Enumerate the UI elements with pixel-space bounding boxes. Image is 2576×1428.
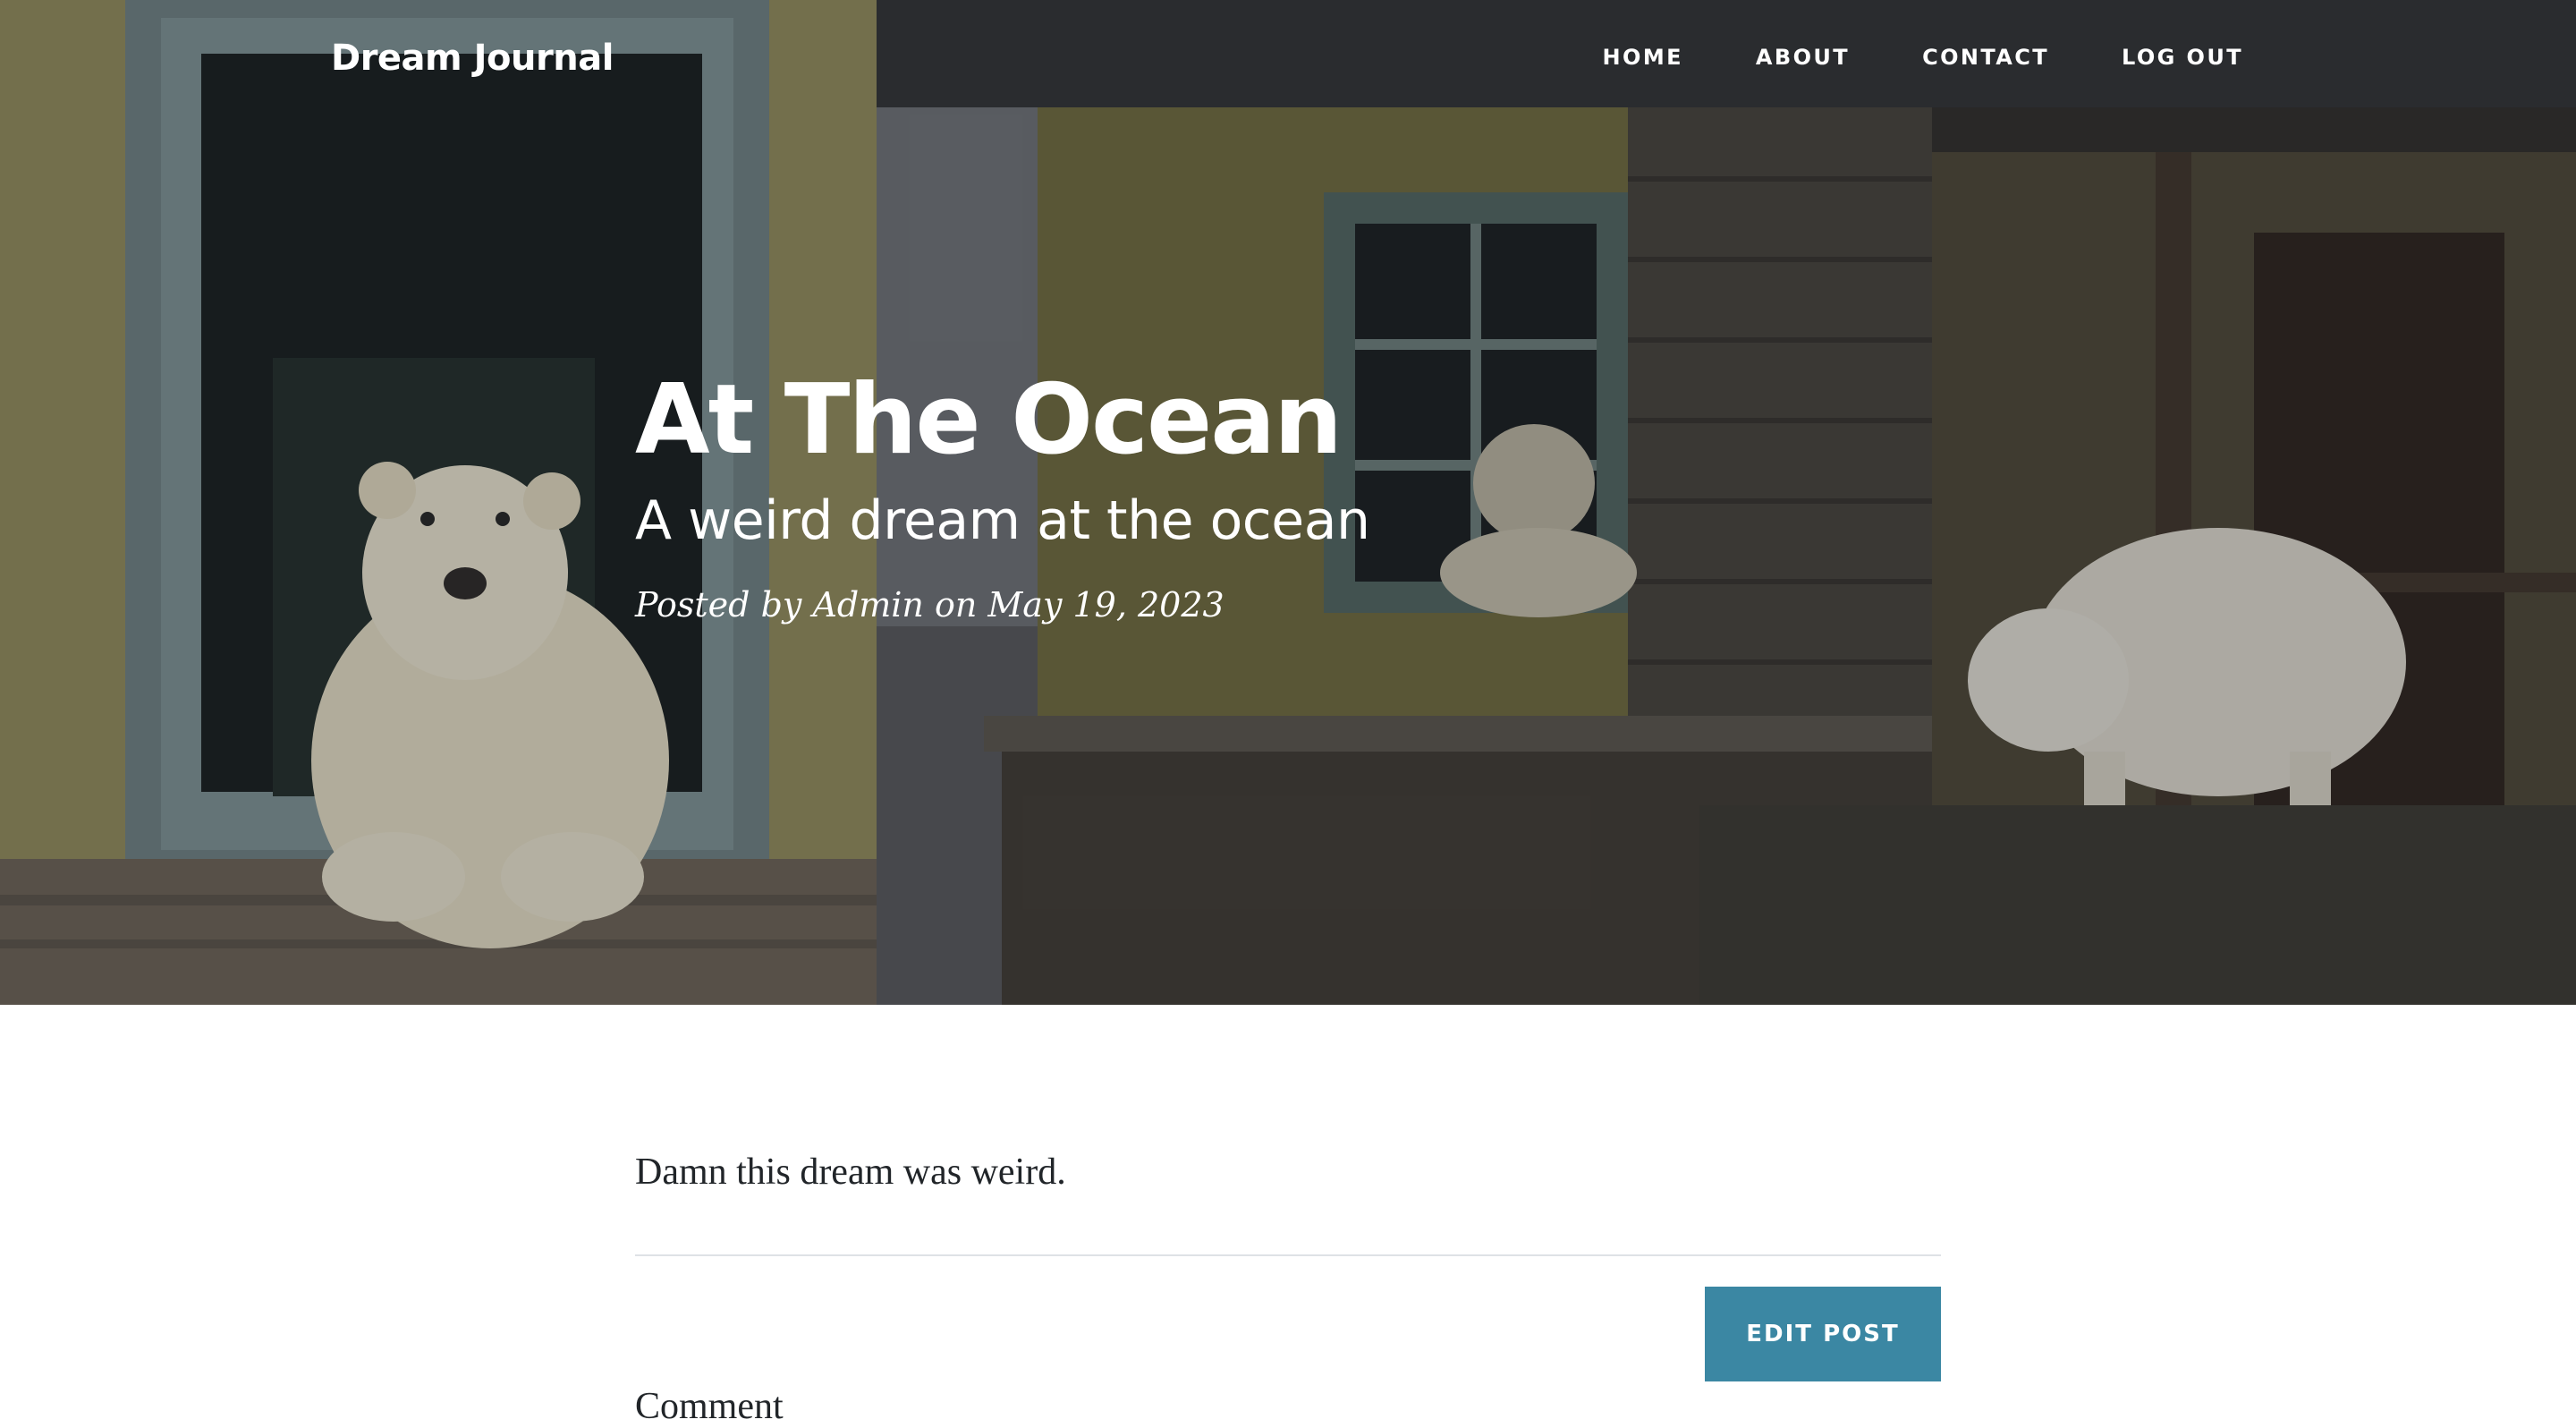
nav-link-about[interactable]: ABOUT: [1756, 45, 1850, 70]
content-divider: [635, 1254, 1941, 1256]
nav-link-home[interactable]: HOME: [1603, 45, 1683, 70]
post-title: At The Ocean: [635, 364, 1343, 476]
nav-link-logout[interactable]: LOG OUT: [2122, 45, 2243, 70]
edit-post-button[interactable]: EDIT POST: [1705, 1287, 1941, 1381]
post-body-text: Damn this dream was weird.: [635, 1152, 1066, 1193]
post-meta: Posted by Admin on May 19, 2023: [635, 585, 1224, 625]
post-heading: At The Ocean A weird dream at the ocean …: [635, 358, 1941, 628]
post-content: Damn this dream was weird.: [635, 1145, 1941, 1199]
nav-link-contact[interactable]: CONTACT: [1922, 45, 2049, 70]
post-header-hero: Dream Journal HOME ABOUT CONTACT LOG OUT…: [0, 0, 2576, 1005]
post-subtitle: A weird dream at the ocean: [635, 489, 1370, 552]
nav-links: HOME ABOUT CONTACT LOG OUT: [1603, 45, 2243, 70]
brand-link[interactable]: Dream Journal: [331, 38, 614, 79]
comment-label: Comment: [635, 1386, 784, 1427]
